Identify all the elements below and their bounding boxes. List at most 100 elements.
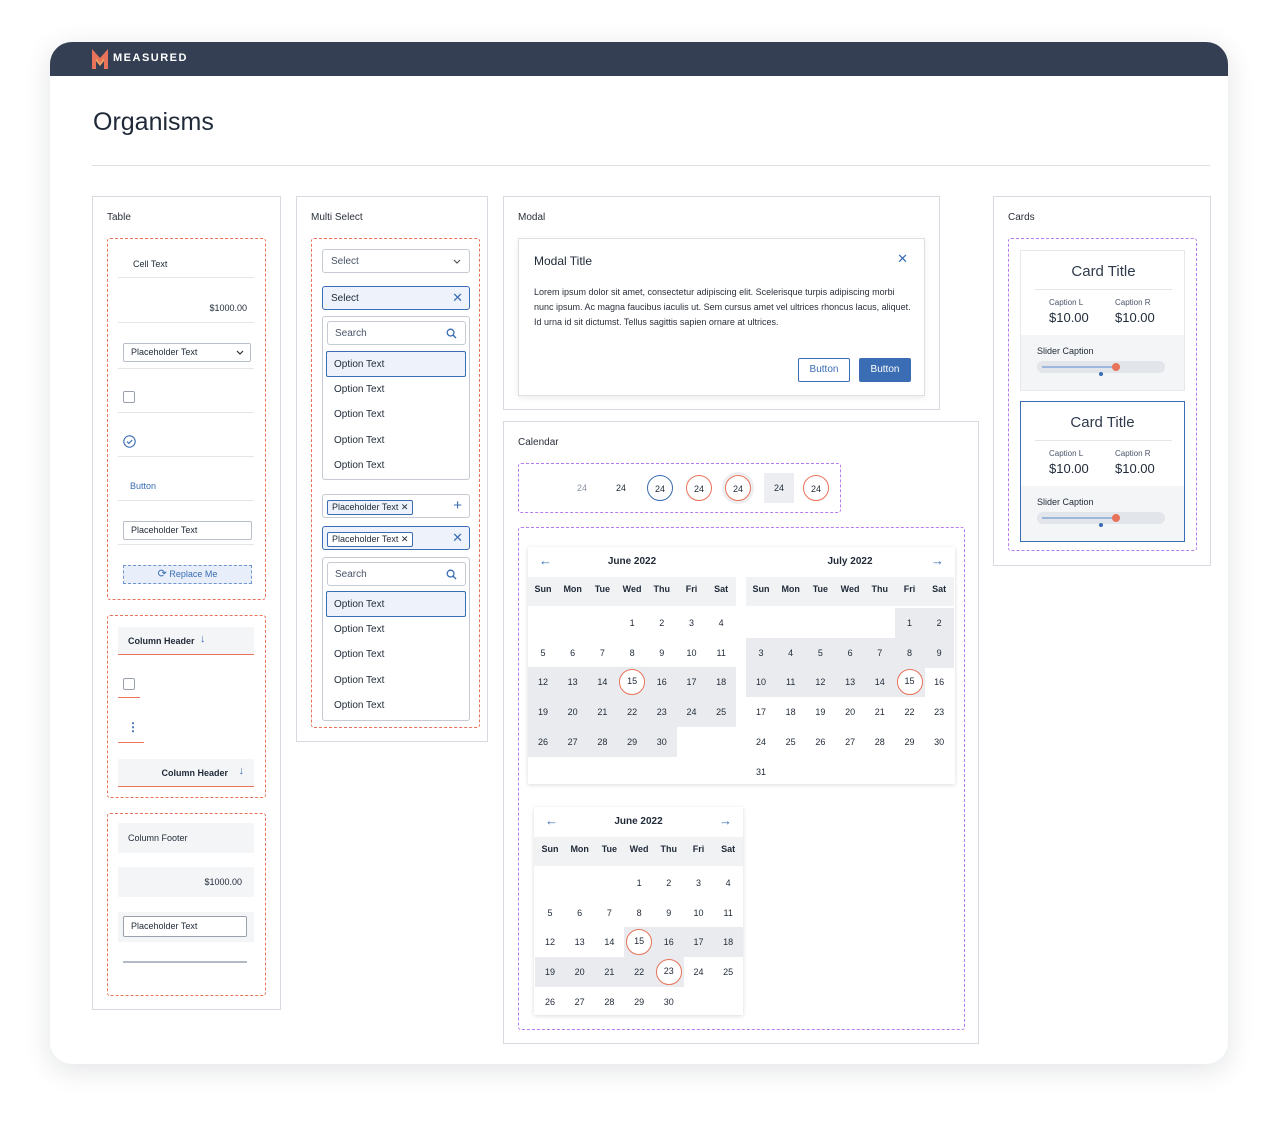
calendar-day[interactable]: 8 — [619, 640, 645, 666]
calendar-day[interactable]: 2 — [649, 610, 675, 636]
calendar-day[interactable]: 19 — [807, 699, 833, 725]
calendar-day[interactable]: 29 — [619, 729, 645, 755]
calendar-day[interactable]: 26 — [537, 989, 563, 1015]
option-item[interactable]: Option Text — [334, 700, 384, 711]
more-vertical-icon[interactable]: ⋮ — [127, 720, 139, 734]
header-checkbox[interactable] — [123, 678, 135, 690]
calendar-day[interactable]: 20 — [567, 959, 593, 985]
calendar-day[interactable]: 8 — [626, 900, 652, 926]
option-selected[interactable]: Option Text — [326, 591, 466, 617]
calendar-day[interactable]: 11 — [715, 900, 741, 926]
slider-track[interactable] — [1037, 361, 1165, 376]
cell-button[interactable]: Button — [130, 481, 156, 491]
close-icon[interactable]: ✕ — [452, 290, 463, 306]
day-selected-in-range[interactable]: 24 — [725, 475, 751, 501]
calendar-day[interactable]: 17 — [686, 929, 712, 955]
calendar-day[interactable]: 2 — [656, 870, 682, 896]
cell-checkbox[interactable] — [123, 391, 135, 403]
search-input[interactable]: Search — [327, 321, 466, 345]
calendar-day[interactable]: 5 — [807, 640, 833, 666]
calendar-day[interactable]: 31 — [748, 759, 774, 785]
calendar-day[interactable]: 20 — [837, 699, 863, 725]
calendar-day[interactable]: 29 — [897, 729, 923, 755]
calendar-day[interactable]: 30 — [656, 989, 682, 1015]
card-selected[interactable]: Card Title Caption L Caption R $10.00 $1… — [1020, 401, 1185, 542]
calendar-day[interactable]: 21 — [867, 699, 893, 725]
multiselect-chip-open[interactable]: Placeholder Text ✕ ✕ — [322, 526, 470, 550]
modal-primary-button[interactable]: Button — [859, 358, 911, 382]
calendar-day[interactable]: 1 — [626, 870, 652, 896]
slider-track[interactable] — [1037, 512, 1165, 527]
calendar-day[interactable]: 23 — [926, 699, 952, 725]
calendar-day[interactable]: 11 — [778, 669, 804, 695]
calendar-day[interactable]: 28 — [867, 729, 893, 755]
slider-handle[interactable] — [1112, 514, 1120, 522]
option-item[interactable]: Option Text — [334, 409, 384, 420]
calendar-day[interactable]: 15 — [896, 669, 923, 696]
calendar-day[interactable]: 8 — [897, 640, 923, 666]
calendar-day[interactable]: 3 — [679, 610, 705, 636]
column-header-cell-right[interactable]: Column Header ↓ — [118, 759, 254, 787]
day-range-end[interactable]: 24 — [803, 475, 829, 501]
card-default[interactable]: Card Title Caption L Caption R $10.00 $1… — [1020, 250, 1185, 391]
calendar-day[interactable]: 7 — [589, 640, 615, 666]
calendar-day[interactable]: 30 — [926, 729, 952, 755]
day-selected[interactable]: 24 — [686, 475, 712, 501]
calendar-day[interactable]: 23 — [649, 699, 675, 725]
close-icon[interactable]: ✕ — [897, 251, 908, 267]
calendar-day[interactable]: 24 — [748, 729, 774, 755]
calendar-day[interactable]: 23 — [655, 959, 682, 986]
calendar-day[interactable]: 14 — [867, 669, 893, 695]
search-input[interactable]: Search — [327, 562, 466, 586]
calendar-day[interactable]: 3 — [748, 640, 774, 666]
close-icon[interactable]: ✕ — [452, 530, 463, 546]
plus-icon[interactable]: + — [453, 497, 462, 514]
option-item[interactable]: Option Text — [334, 460, 384, 471]
footer-scrollbar[interactable] — [123, 961, 247, 963]
calendar-day[interactable]: 9 — [656, 900, 682, 926]
calendar-day[interactable]: 1 — [619, 610, 645, 636]
calendar-day[interactable]: 4 — [778, 640, 804, 666]
calendar-day[interactable]: 28 — [596, 989, 622, 1015]
calendar-day[interactable]: 6 — [837, 640, 863, 666]
calendar-day[interactable]: 17 — [679, 669, 705, 695]
option-item[interactable]: Option Text — [334, 649, 384, 660]
calendar-day[interactable]: 24 — [686, 959, 712, 985]
calendar-day[interactable]: 14 — [596, 929, 622, 955]
option-item[interactable]: Option Text — [334, 675, 384, 686]
calendar-day[interactable]: 6 — [560, 640, 586, 666]
day-default[interactable]: 24 — [608, 475, 634, 501]
calendar-day[interactable]: 17 — [748, 699, 774, 725]
calendar-day[interactable]: 19 — [530, 699, 556, 725]
calendar-day[interactable]: 16 — [649, 669, 675, 695]
calendar-day[interactable]: 19 — [537, 959, 563, 985]
option-item[interactable]: Option Text — [334, 384, 384, 395]
calendar-day[interactable]: 1 — [897, 610, 923, 636]
option-item[interactable]: Option Text — [334, 435, 384, 446]
footer-input[interactable]: Placeholder Text — [123, 916, 247, 937]
calendar-day[interactable]: 24 — [679, 699, 705, 725]
slider-handle[interactable] — [1112, 363, 1120, 371]
calendar-day[interactable]: 22 — [626, 959, 652, 985]
calendar-day[interactable]: 25 — [778, 729, 804, 755]
calendar-day[interactable]: 25 — [715, 959, 741, 985]
calendar-day[interactable]: 5 — [530, 640, 556, 666]
day-today[interactable]: 24 — [647, 475, 673, 501]
calendar-day[interactable]: 13 — [567, 929, 593, 955]
calendar-day[interactable]: 7 — [867, 640, 893, 666]
select-open[interactable]: Select ✕ — [322, 286, 470, 310]
calendar-day[interactable]: 11 — [708, 640, 734, 666]
calendar-day[interactable]: 18 — [778, 699, 804, 725]
calendar-day[interactable]: 2 — [926, 610, 952, 636]
calendar-day[interactable]: 4 — [708, 610, 734, 636]
chip-remove-icon[interactable]: ✕ — [401, 502, 409, 512]
calendar-day[interactable]: 30 — [649, 729, 675, 755]
option-selected[interactable]: Option Text — [326, 351, 466, 377]
calendar-day[interactable]: 12 — [537, 929, 563, 955]
option-item[interactable]: Option Text — [334, 624, 384, 635]
calendar-day[interactable]: 9 — [649, 640, 675, 666]
modal-secondary-button[interactable]: Button — [798, 358, 850, 382]
calendar-day[interactable]: 27 — [567, 989, 593, 1015]
calendar-day[interactable]: 10 — [686, 900, 712, 926]
calendar-day[interactable]: 4 — [715, 870, 741, 896]
